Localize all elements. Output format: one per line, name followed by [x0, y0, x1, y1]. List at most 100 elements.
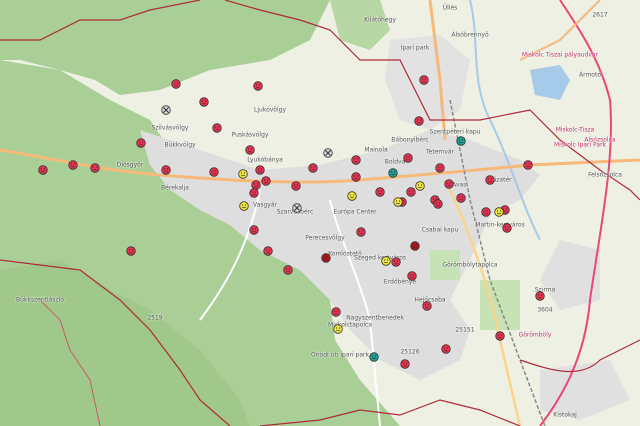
sensor-marker-red[interactable]: [523, 160, 533, 170]
sensor-marker-offline[interactable]: [323, 148, 333, 158]
air-quality-map[interactable]: Kilátóhegy Üllés Álsóbrennyő Ipari park Ármo…: [0, 0, 640, 426]
smiley-face-icon: [403, 153, 413, 163]
smiley-face-icon: [308, 163, 318, 173]
map-label: Martin-kertváros: [475, 221, 525, 229]
map-label: Puskásvölgy: [231, 131, 269, 139]
smiley-face-icon: [393, 197, 403, 207]
sensor-marker-red[interactable]: [291, 181, 301, 191]
smiley-face-icon: [351, 172, 361, 182]
sensor-marker-darkred[interactable]: [321, 253, 331, 263]
sensor-marker-red[interactable]: [403, 153, 413, 163]
sensor-marker-yellow[interactable]: [381, 256, 391, 266]
map-label: Diósgyőr: [116, 161, 144, 169]
sensor-marker-yellow[interactable]: [393, 197, 403, 207]
sensor-marker-red[interactable]: [441, 344, 451, 354]
smiley-face-icon: [523, 160, 533, 170]
map-label: Tetemvár: [426, 148, 454, 156]
sensor-marker-yellow[interactable]: [238, 169, 248, 179]
sensor-marker-red[interactable]: [255, 165, 265, 175]
sensor-marker-red[interactable]: [485, 175, 495, 185]
sensor-marker-yellow[interactable]: [494, 207, 504, 217]
smiley-face-icon: [435, 163, 445, 173]
sensor-marker-red[interactable]: [444, 179, 454, 189]
sensor-marker-teal[interactable]: [388, 168, 398, 178]
sensor-marker-red[interactable]: [407, 271, 417, 281]
sensor-marker-red[interactable]: [422, 301, 432, 311]
smiley-face-icon: [331, 307, 341, 317]
sensor-marker-red[interactable]: [263, 246, 273, 256]
sensor-marker-red[interactable]: [261, 176, 271, 186]
map-label: Üllés: [442, 4, 458, 12]
sensor-marker-darkred[interactable]: [410, 241, 420, 251]
smiley-face-icon: [323, 148, 333, 158]
smiley-face-icon: [415, 181, 425, 191]
sensor-marker-red[interactable]: [535, 291, 545, 301]
smiley-face-icon: [381, 256, 391, 266]
smiley-face-icon: [292, 203, 302, 213]
sensor-marker-teal[interactable]: [369, 352, 379, 362]
sensor-marker-red[interactable]: [433, 199, 443, 209]
map-label: Szentpéteri kapu: [429, 128, 481, 136]
map-label: Szilvásvölgy: [151, 124, 189, 132]
map-label: Mainola: [364, 146, 388, 154]
sensor-marker-red[interactable]: [212, 123, 222, 133]
smiley-face-icon: [321, 253, 331, 263]
smiley-face-icon: [391, 257, 401, 267]
sensor-marker-red[interactable]: [356, 227, 366, 237]
smiley-face-icon: [239, 201, 249, 211]
smiley-face-icon: [388, 168, 398, 178]
sensor-marker-red[interactable]: [38, 165, 48, 175]
sensor-marker-red[interactable]: [68, 160, 78, 170]
sensor-marker-red[interactable]: [495, 331, 505, 341]
map-label: Perecesvölgy: [305, 234, 345, 242]
smiley-face-icon: [249, 225, 259, 235]
map-label: Álsóbrennyő: [451, 31, 489, 39]
smiley-face-icon: [245, 145, 255, 155]
sensor-marker-red[interactable]: [331, 307, 341, 317]
sensor-marker-red[interactable]: [245, 145, 255, 155]
sensor-marker-red[interactable]: [351, 172, 361, 182]
smiley-face-icon: [199, 97, 209, 107]
smiley-face-icon: [502, 223, 512, 233]
sensor-marker-red[interactable]: [136, 138, 146, 148]
sensor-marker-red[interactable]: [249, 188, 259, 198]
sensor-marker-yellow[interactable]: [347, 191, 357, 201]
sensor-marker-red[interactable]: [126, 246, 136, 256]
sensor-marker-red[interactable]: [308, 163, 318, 173]
sensor-marker-red[interactable]: [502, 223, 512, 233]
sensor-marker-red[interactable]: [351, 155, 361, 165]
map-label: 3604: [537, 306, 553, 314]
sensor-marker-red[interactable]: [90, 163, 100, 173]
sensor-marker-red[interactable]: [391, 257, 401, 267]
sensor-marker-red[interactable]: [209, 167, 219, 177]
smiley-face-icon: [291, 181, 301, 191]
sensor-marker-red[interactable]: [414, 116, 424, 126]
sensor-marker-teal[interactable]: [456, 136, 466, 146]
sensor-marker-red[interactable]: [419, 75, 429, 85]
sensor-marker-offline[interactable]: [292, 203, 302, 213]
sensor-marker-red[interactable]: [199, 97, 209, 107]
sensor-marker-red[interactable]: [435, 163, 445, 173]
sensor-marker-red[interactable]: [249, 225, 259, 235]
sensor-marker-yellow[interactable]: [333, 324, 343, 334]
sensor-marker-red[interactable]: [161, 165, 171, 175]
smiley-face-icon: [347, 191, 357, 201]
map-label: Bükkvölgy: [164, 141, 196, 149]
sensor-marker-red[interactable]: [253, 81, 263, 91]
sensor-marker-yellow[interactable]: [239, 201, 249, 211]
smiley-face-icon: [481, 207, 491, 217]
sensor-marker-offline[interactable]: [161, 105, 171, 115]
sensor-marker-red[interactable]: [400, 359, 410, 369]
map-label: Görömbölytapolca: [442, 261, 498, 269]
sensor-marker-red[interactable]: [481, 207, 491, 217]
sensor-marker-red[interactable]: [283, 265, 293, 275]
sensor-marker-red[interactable]: [456, 193, 466, 203]
smiley-face-icon: [136, 138, 146, 148]
sensor-marker-yellow[interactable]: [415, 181, 425, 191]
map-label: Avasi: [452, 181, 468, 189]
sensor-marker-red[interactable]: [375, 187, 385, 197]
sensor-marker-red[interactable]: [171, 79, 181, 89]
map-label: Bükkszentlászló: [16, 296, 64, 304]
smiley-face-icon: [249, 188, 259, 198]
smiley-face-icon: [433, 199, 443, 209]
